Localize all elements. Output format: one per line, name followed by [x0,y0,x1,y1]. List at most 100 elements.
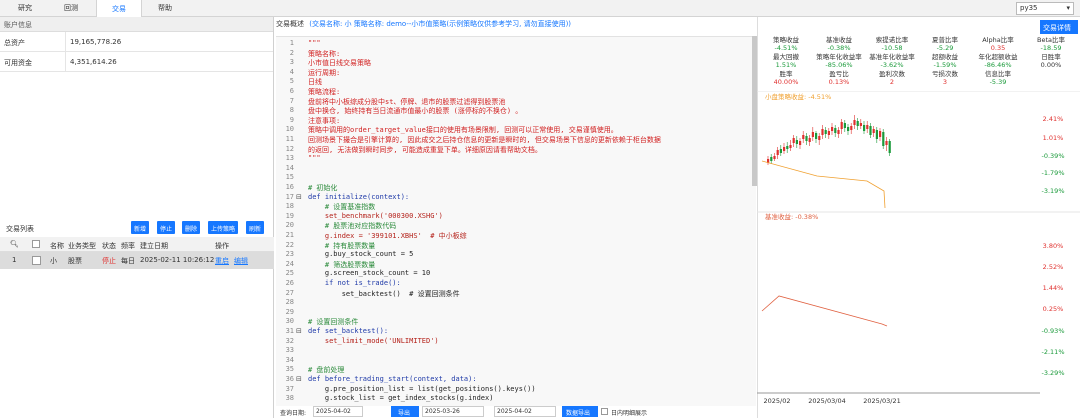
table-row[interactable]: 1 小 股票 停止 每日 2025-02-11 10:26:12 重启 编辑 [0,252,274,269]
candle-body [840,122,843,129]
line-number: 29 [285,307,294,316]
line-number: 24 [285,259,294,268]
candle-body [789,145,792,148]
account-label: 可用资金 [4,59,32,67]
line-number: 11 [285,135,294,143]
candle-body [795,140,798,144]
code-line: g.index = '399101.XBHS' # 中小板综 [308,232,467,240]
left-panel: 账户信息 总资产 19,165,778.26 可用资金 4,351,614.26 [0,17,274,418]
tab-research[interactable]: 研究 [18,3,32,13]
line-number: 25 [285,269,294,278]
code-line: 小市值日线交易策略 [308,59,371,68]
code-line: def before_trading_start(context, data): [308,375,477,383]
tab-help[interactable]: 帮助 [158,3,172,13]
code-line: # 筛选股票数量 [308,260,376,269]
code-line: def initialize(context): [308,192,410,201]
line-number: 33 [285,346,294,355]
col-date: 建立日期 [140,242,168,250]
candle-body [792,138,795,143]
col-name: 名称 [50,242,64,250]
detail-checkbox[interactable] [601,408,608,415]
stat-item: 基准收益 -0.38% [813,36,865,53]
candle-body [770,157,773,161]
trade-detail-button[interactable]: 交易详情 [1040,20,1078,34]
candle-body [863,125,866,131]
candle-body [866,125,869,129]
search-icon[interactable]: 🔍︎ [10,240,19,248]
code-editor[interactable]: 1 """ 2 策略名称: 3 小市值日线交易策略 4 运行周期: 5 日线 6 策略流程: 7 盘前将中… [276,36,756,406]
stat-value: -0.38% [827,43,851,52]
editor-title: 交易概述 [276,20,304,28]
end-date-input[interactable]: 2025-04-02 [494,406,556,417]
env-select[interactable]: py35 ▾ [1016,2,1074,15]
chart-xtick: 2025/03/21 [863,397,900,405]
data-export-button[interactable]: 数据导出 [562,406,598,417]
stop-button[interactable]: 停止 [157,221,176,234]
line-number: 20 [285,221,294,230]
date-input[interactable]: 2025-04-02 [313,406,363,417]
fold-icon[interactable]: ⊟ [296,375,304,383]
code-line: set_benchmark('000300.XSHG') [308,211,443,220]
select-all-checkbox[interactable] [32,240,40,248]
tab-trade[interactable]: 交易 [96,0,142,17]
line-number: 6 [289,87,294,95]
candle-body [879,131,882,137]
top-nav: 研究 回测 交易 帮助 py35 ▾ [0,0,1080,17]
stat-value: 0.00% [1040,60,1062,69]
candle-body [776,150,779,155]
line-number: 23 [285,250,294,259]
account-value: 4,351,614.26 [65,52,117,72]
fold-icon[interactable]: ⊟ [296,327,304,335]
candle-body [811,132,814,137]
code-line: 策略流程: [308,88,341,96]
code-line: 的返回, 无法做到瞬时同步, 可能造成重复下单。详细原因请看帮助文档。 [308,145,542,154]
detail-checkbox-label: 日内明细展示 [611,410,648,417]
code-line: 策略名称: [308,49,341,58]
refresh-button[interactable]: 刷新 [246,221,265,234]
line-number: 26 [285,279,294,287]
add-button[interactable]: 新增 [131,221,150,234]
code-line: # 设置回测条件 [308,318,359,327]
row-status: 停止 [102,257,116,265]
candle-body [805,136,808,141]
candle-body [773,156,776,159]
tab-backtest[interactable]: 回测 [64,3,78,13]
stat-value: 1.51% [775,60,797,69]
upload-strategy-button[interactable]: 上传策略 [208,221,239,234]
delete-button[interactable]: 删除 [182,221,201,234]
account-value: 19,165,778.26 [65,32,121,52]
candle-body [859,123,862,126]
candle-body [847,127,850,131]
start-date-input[interactable]: 2025-03-26 [422,406,484,417]
candle-body [818,136,821,140]
stat-value: -10.58 [881,43,903,52]
export-button[interactable]: 导出 [391,406,419,417]
line-number: 14 [285,163,294,172]
code-line: # 设置基准指数 [308,203,376,212]
stat-value: -85.06% [825,60,853,69]
stats-grid: 策略收益 -4.51% 基准收益 -0.38% 索提诺比率 -10.58 夏普比率 -5.29… [760,36,1078,91]
line-number: 19 [285,211,294,220]
stat-value: 0.13% [828,77,850,86]
stat-item: 信息比率 -5.39 [972,70,1024,87]
code-line: 注意事项: [308,116,341,125]
account-label: 总资产 [4,39,25,47]
editor-header: 交易概述 (交易名称: 小 策略名称: demo--小市值策略(示例策略仅供参考… [276,19,571,35]
stat-item: 盈利次数 2 [866,70,918,87]
stat-value: -86.46% [984,60,1012,69]
fold-icon[interactable]: ⊟ [296,193,304,201]
row-checkbox[interactable] [32,256,41,265]
stat-item: 最大回撤 1.51% [760,53,812,70]
stat-item: 超额收益 -1.59% [919,53,971,70]
chart1-title: 小盘策略收益: -4.51% [765,92,831,101]
edit-link[interactable]: 编辑 [234,256,248,266]
code-line: # 初始化 [308,184,338,192]
restart-link[interactable]: 重启 [215,256,229,266]
row-index: 1 [12,256,17,264]
stat-item: 基准年化收益率 -3.62% [866,53,918,70]
chart2-ytick: 0.25% [1043,305,1064,313]
code-line: set_limit_mode('UNLIMITED') [308,336,439,345]
col-type: 业务类型 [68,242,96,250]
line-number: 10 [285,125,294,134]
candle-body [869,126,872,135]
